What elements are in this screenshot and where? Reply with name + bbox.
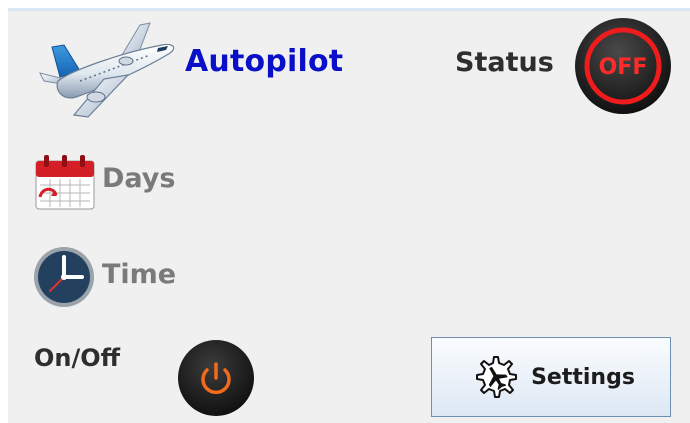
autopilot-panel: Autopilot Status OFF Days Time On/Off Se…: [8, 8, 690, 423]
clock-icon: [34, 247, 94, 307]
status-off-indicator[interactable]: OFF: [573, 16, 673, 116]
settings-button[interactable]: Settings: [431, 337, 671, 417]
time-label[interactable]: Time: [102, 259, 176, 290]
calendar-icon: [35, 155, 95, 210]
onoff-label: On/Off: [34, 344, 121, 372]
settings-label: Settings: [531, 364, 635, 390]
gear-airplane-icon: [476, 356, 518, 398]
days-label[interactable]: Days: [102, 163, 175, 194]
app-title: Autopilot: [185, 44, 344, 79]
power-button[interactable]: [176, 338, 256, 418]
status-value: OFF: [599, 55, 648, 80]
airplane-icon: [39, 22, 175, 118]
status-label: Status: [455, 47, 554, 78]
